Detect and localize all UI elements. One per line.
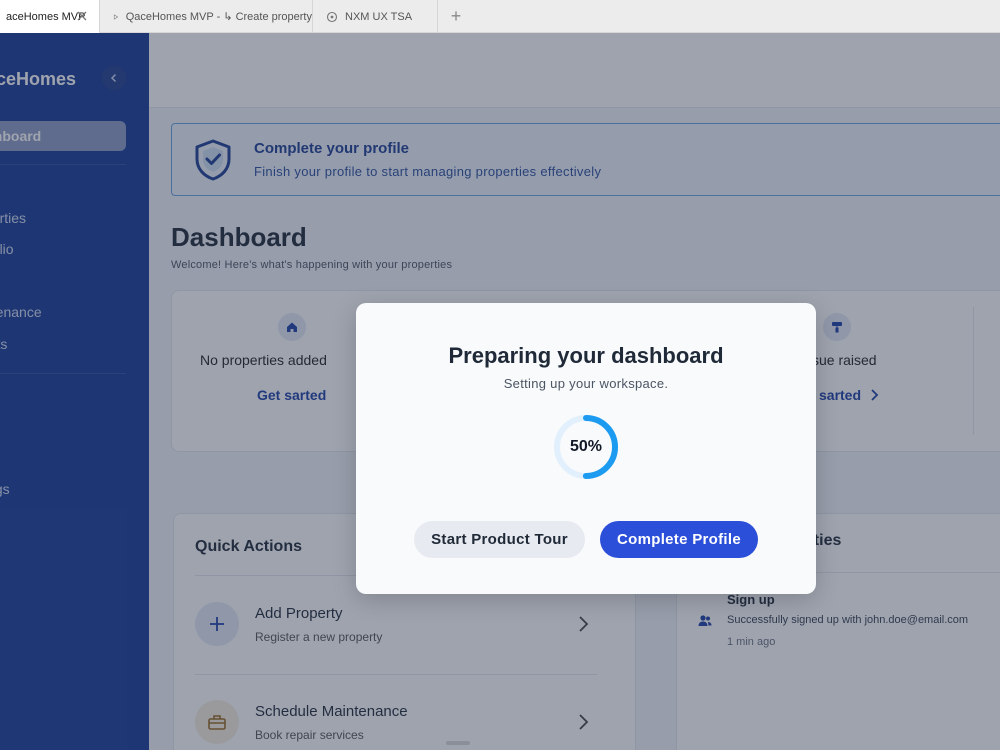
- browser-tab[interactable]: QaceHomes MVP - ↳ Create property: [100, 0, 313, 33]
- browser-tab[interactable]: NXM UX TSA: [313, 0, 438, 33]
- new-tab-button[interactable]: +: [438, 0, 474, 33]
- modal-subtitle: Setting up your workspace.: [503, 376, 669, 391]
- close-icon[interactable]: [75, 9, 89, 23]
- progress-percent: 50%: [569, 438, 603, 455]
- preparing-dashboard-modal: Preparing your dashboard Setting up your…: [356, 303, 816, 594]
- start-product-tour-button[interactable]: Start Product Tour: [414, 521, 585, 558]
- complete-profile-button[interactable]: Complete Profile: [600, 521, 758, 558]
- tab-label: QaceHomes MVP - ↳ Create property: [125, 11, 312, 23]
- tab-label: NXM UX TSA: [345, 10, 413, 23]
- modal-title: Preparing your dashboard: [448, 343, 724, 368]
- browser-tab-active[interactable]: aceHomes MVP: [0, 0, 100, 33]
- play-icon: [113, 13, 119, 20]
- tab-label: aceHomes MVP: [6, 10, 86, 23]
- scroll-handle[interactable]: [446, 741, 470, 745]
- tag-icon: [326, 11, 338, 22]
- browser-tab-bar: aceHomes MVP QaceHomes MVP - ↳ Create pr…: [0, 0, 1000, 33]
